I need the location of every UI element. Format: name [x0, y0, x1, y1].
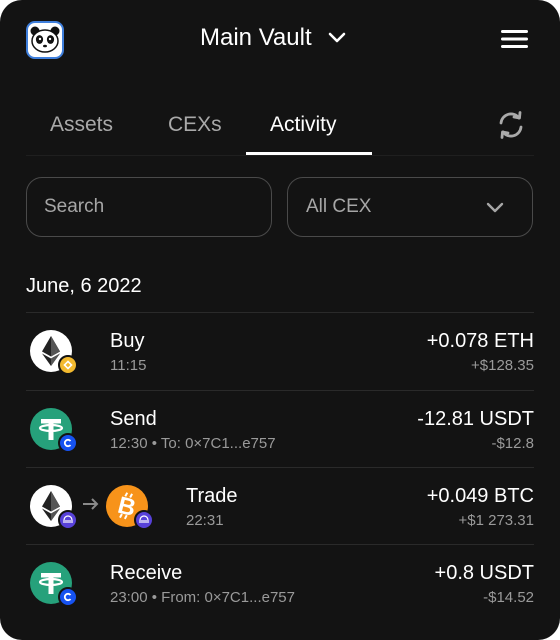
- tab-cexs[interactable]: CEXs: [168, 113, 222, 137]
- kraken-badge-icon: [58, 510, 78, 530]
- transaction-row-receive[interactable]: Receive 23:00 • From: 0×7C1...e757 +0.8 …: [26, 545, 534, 622]
- search-field[interactable]: [26, 177, 289, 237]
- transaction-row-trade[interactable]: B Trade 22:31 +0.049 BTC +$1 273.31: [26, 468, 534, 545]
- transaction-fiat-value: -$14.52: [483, 589, 534, 606]
- arrow-right-icon: [82, 494, 100, 517]
- transaction-details: 12:30 • To: 0×7C1...e757: [110, 435, 276, 452]
- refresh-icon[interactable]: [494, 108, 528, 142]
- transaction-type: Buy: [110, 330, 145, 352]
- search-input[interactable]: [44, 196, 289, 218]
- hamburger-menu-icon[interactable]: [500, 27, 530, 51]
- transaction-details: 23:00 • From: 0×7C1...e757: [110, 589, 295, 606]
- coinbase-badge-icon: [58, 433, 78, 453]
- transaction-row-send[interactable]: Send 12:30 • To: 0×7C1...e757 -12.81 USD…: [26, 391, 534, 468]
- cex-filter-dropdown[interactable]: All CEX: [287, 177, 533, 237]
- chevron-down-icon: [328, 32, 345, 43]
- vault-selector[interactable]: Main Vault: [200, 24, 346, 52]
- chevron-down-icon: [486, 202, 504, 212]
- vault-name: Main Vault: [200, 24, 312, 51]
- tab-assets[interactable]: Assets: [50, 113, 113, 137]
- date-header: June, 6 2022: [26, 275, 142, 297]
- coinbase-badge-icon: [58, 587, 78, 607]
- panda-logo[interactable]: [26, 21, 64, 59]
- transaction-fiat-value: -$12.8: [491, 435, 534, 452]
- app-frame: Main Vault Assets CEXs Activity Al: [0, 0, 560, 640]
- transaction-time: 11:15: [110, 357, 147, 374]
- tab-activity[interactable]: Activity: [270, 113, 337, 137]
- transaction-amount: -12.81 USDT: [417, 408, 534, 430]
- active-tab-indicator: [246, 152, 372, 155]
- cex-filter-value: All CEX: [306, 196, 372, 217]
- kraken-badge-icon: [134, 510, 154, 530]
- transaction-amount: +0.8 USDT: [434, 562, 534, 584]
- tabs-divider: [26, 155, 534, 156]
- transaction-amount: +0.049 BTC: [426, 485, 534, 507]
- transaction-type: Send: [110, 408, 157, 430]
- panda-logo-icon: [30, 26, 60, 53]
- transaction-type: Receive: [110, 562, 183, 584]
- transaction-row-buy[interactable]: Buy 11:15 +0.078 ETH +$128.35: [26, 313, 534, 390]
- transaction-amount: +0.078 ETH: [426, 330, 534, 352]
- transaction-type: Trade: [186, 485, 238, 507]
- binance-badge-icon: [58, 355, 78, 375]
- transaction-time: 22:31: [186, 512, 224, 529]
- transaction-fiat-value: +$128.35: [471, 357, 534, 374]
- transaction-fiat-value: +$1 273.31: [458, 512, 535, 529]
